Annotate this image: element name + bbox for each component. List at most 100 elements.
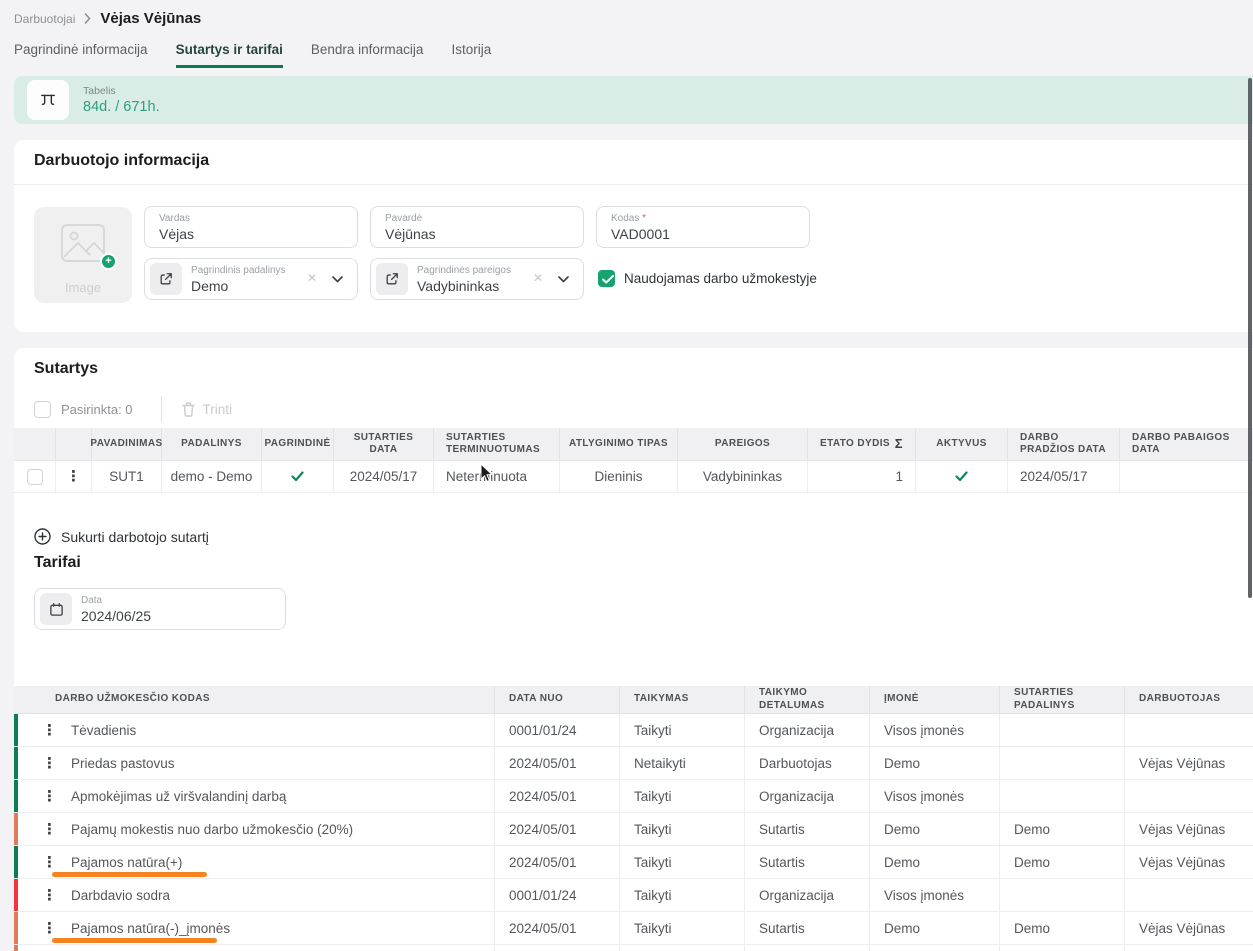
table-row-partial[interactable] bbox=[14, 945, 1253, 951]
contracts-toolbar: Pasirinkta: 0 Trinti bbox=[34, 396, 232, 422]
column-header[interactable]: DARBO PABAIGOS DATA bbox=[1120, 428, 1253, 460]
tab-sutartys-ir-tarifai[interactable]: Sutartys ir tarifai bbox=[176, 42, 283, 68]
orange-underline bbox=[52, 938, 217, 943]
column-header[interactable]: SUTARTIES PADALINYS bbox=[1000, 686, 1125, 713]
column-header[interactable]: TAIKYMO DETALUMAS bbox=[745, 686, 870, 713]
column-header[interactable]: DARBO UŽMOKESČIO KODAS bbox=[14, 686, 495, 713]
section-title-tariffs: Tarifai bbox=[34, 554, 81, 572]
table-row[interactable]: ⋮Pajamos natūra(+) 2024/05/01 Taikyti Su… bbox=[14, 846, 1253, 879]
column-header[interactable]: AKTYVUS bbox=[916, 428, 1008, 460]
tab-istorija[interactable]: Istorija bbox=[451, 42, 491, 68]
timesheet-icon bbox=[27, 80, 69, 120]
section-title-contracts: Sutartys bbox=[34, 360, 98, 378]
table-row[interactable]: ⋮Apmokėjimas už viršvalandinį darbą 2024… bbox=[14, 780, 1253, 813]
pavarde-field[interactable]: Pavardė Vėjūnas bbox=[370, 206, 584, 248]
external-link-icon[interactable] bbox=[150, 263, 182, 295]
pareigos-value: Vadybininkas bbox=[417, 278, 499, 294]
sigma-icon[interactable]: Σ bbox=[895, 436, 903, 452]
kebab-menu-icon[interactable]: ⋮ bbox=[42, 756, 57, 771]
chevron-down-icon[interactable] bbox=[558, 276, 569, 283]
tariffs-table: DARBO UŽMOKESČIO KODAS DATA NUO TAIKYMAS… bbox=[14, 686, 1253, 951]
kodas-label: Kodas * bbox=[611, 213, 646, 224]
plus-circle-icon bbox=[34, 528, 51, 545]
pareigos-select[interactable]: Pagrindinės pareigos Vadybininkas ✕ bbox=[370, 258, 584, 300]
page-title: Vėjas Vėjūnas bbox=[100, 10, 201, 27]
clear-icon[interactable]: ✕ bbox=[533, 271, 543, 285]
column-header[interactable]: ETATO DYDIS Σ bbox=[808, 428, 916, 460]
row-checkbox[interactable] bbox=[27, 469, 43, 485]
kebab-menu-icon[interactable]: ⋮ bbox=[42, 888, 57, 903]
padalinys-value: Demo bbox=[191, 278, 228, 294]
column-header[interactable]: ĮMONĖ bbox=[870, 686, 1000, 713]
kebab-menu-icon[interactable]: ⋮ bbox=[42, 921, 57, 936]
tab-pagrindine-informacija[interactable]: Pagrindinė informacija bbox=[14, 42, 148, 68]
padalinys-select[interactable]: Pagrindinis padalinys Demo ✕ bbox=[144, 258, 358, 300]
chevron-down-icon[interactable] bbox=[332, 276, 343, 283]
date-label: Data bbox=[81, 595, 102, 606]
external-link-icon[interactable] bbox=[376, 263, 408, 295]
delete-label: Trinti bbox=[203, 402, 233, 417]
kebab-menu-icon[interactable]: ⋮ bbox=[42, 723, 57, 738]
kebab-menu-icon[interactable]: ⋮ bbox=[66, 469, 81, 484]
column-header[interactable]: PADALINYS bbox=[162, 428, 262, 460]
section-title-employee: Darbuotojo informacija bbox=[34, 152, 209, 170]
breadcrumb: Darbuotojai Vėjas Vėjūnas bbox=[14, 10, 201, 27]
tab-bendra-informacija[interactable]: Bendra informacija bbox=[311, 42, 424, 68]
add-photo-icon[interactable]: + bbox=[100, 253, 117, 270]
cell-padalinys: demo - Demo bbox=[162, 461, 262, 492]
table-row[interactable]: ⋮ SUT1 demo - Demo 2024/05/17 Neterminuo… bbox=[14, 461, 1253, 493]
cell-pareigos: Vadybininkas bbox=[678, 461, 808, 492]
column-header[interactable]: DATA NUO bbox=[495, 686, 620, 713]
column-header[interactable]: SUTARTIES DATA bbox=[334, 428, 434, 460]
checkbox-checked[interactable] bbox=[598, 270, 615, 287]
divider bbox=[161, 396, 162, 422]
clear-icon[interactable]: ✕ bbox=[307, 271, 317, 285]
kebab-menu-icon[interactable]: ⋮ bbox=[42, 855, 57, 870]
kebab-menu-icon[interactable]: ⋮ bbox=[42, 789, 57, 804]
employee-photo-upload[interactable]: + Image bbox=[34, 207, 132, 303]
column-header[interactable]: TAIKYMAS bbox=[620, 686, 745, 713]
divider bbox=[14, 184, 1253, 185]
header-select bbox=[14, 428, 56, 460]
delete-button[interactable]: Trinti bbox=[182, 402, 233, 417]
kodas-field[interactable]: Kodas * VAD0001 bbox=[596, 206, 810, 248]
table-row[interactable]: ⋮Darbdavio sodra 0001/01/24 Taikyti Orga… bbox=[14, 879, 1253, 912]
column-header[interactable]: ATLYGINIMO TIPAS bbox=[560, 428, 678, 460]
calendar-icon[interactable] bbox=[40, 593, 72, 625]
cell-sutarties-data: 2024/05/17 bbox=[334, 461, 434, 492]
table-row[interactable]: ⋮Pajamos natūra(-)_įmonės 2024/05/01 Tai… bbox=[14, 912, 1253, 945]
tabelis-banner[interactable]: Tabelis 84d. / 671h. bbox=[14, 76, 1253, 124]
vertical-scrollbar[interactable] bbox=[1248, 78, 1252, 598]
pavarde-value: Vėjūnas bbox=[385, 226, 436, 242]
tariffs-table-header: DARBO UŽMOKESČIO KODAS DATA NUO TAIKYMAS… bbox=[14, 686, 1253, 714]
table-row[interactable]: ⋮Priedas pastovus 2024/05/01 Netaikyti D… bbox=[14, 747, 1253, 780]
image-placeholder-icon bbox=[60, 223, 106, 263]
contracts-card: Sutartys Pasirinkta: 0 Trinti PAVADINIMA… bbox=[14, 348, 1253, 948]
date-value: 2024/06/25 bbox=[81, 608, 151, 624]
orange-underline bbox=[52, 872, 207, 877]
table-row[interactable]: ⋮Tėvadienis 0001/01/24 Taikyti Organizac… bbox=[14, 714, 1253, 747]
column-header[interactable]: DARBUOTOJAS bbox=[1125, 686, 1253, 713]
tab-bar: Pagrindinė informacija Sutartys ir tarif… bbox=[14, 42, 491, 68]
payroll-checkbox-label: Naudojamas darbo užmokestyje bbox=[624, 271, 817, 286]
selected-count: Pasirinkta: 0 bbox=[61, 402, 133, 417]
padalinys-label: Pagrindinis padalinys bbox=[191, 265, 286, 276]
column-header[interactable]: SUTARTIES TERMINUOTUMAS bbox=[434, 428, 560, 460]
image-label: Image bbox=[34, 280, 132, 295]
contracts-table-header: PAVADINIMAS PADALINYS PAGRINDINĖ SUTARTI… bbox=[14, 428, 1253, 461]
column-header[interactable]: PAREIGOS bbox=[678, 428, 808, 460]
date-field[interactable]: Data 2024/06/25 bbox=[34, 588, 286, 630]
vardas-field[interactable]: Vardas Vėjas bbox=[144, 206, 358, 248]
chevron-right-icon bbox=[84, 13, 91, 24]
select-all-checkbox[interactable] bbox=[34, 401, 51, 418]
payroll-checkbox-row[interactable]: Naudojamas darbo užmokestyje bbox=[598, 270, 817, 287]
cell-pavadinimas: SUT1 bbox=[92, 461, 162, 492]
column-header[interactable]: PAVADINIMAS bbox=[92, 428, 162, 460]
column-header[interactable]: DARBO PRADŽIOS DATA bbox=[1008, 428, 1120, 460]
vardas-label: Vardas bbox=[159, 213, 190, 224]
breadcrumb-parent[interactable]: Darbuotojai bbox=[14, 12, 75, 26]
column-header[interactable]: PAGRINDINĖ bbox=[262, 428, 334, 460]
create-contract-link[interactable]: Sukurti darbotojo sutartį bbox=[34, 528, 209, 545]
table-row[interactable]: ⋮Pajamų mokestis nuo darbo užmokesčio (2… bbox=[14, 813, 1253, 846]
kebab-menu-icon[interactable]: ⋮ bbox=[42, 822, 57, 837]
